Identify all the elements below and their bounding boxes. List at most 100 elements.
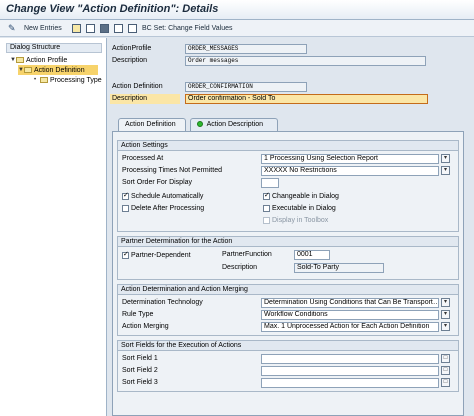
action-definition-label: Action Definition <box>112 83 163 90</box>
undo-icon <box>100 24 109 33</box>
checkbox-label: Executable in Dialog <box>272 204 336 212</box>
rule-type-label: Rule Type <box>122 311 154 318</box>
next-icon <box>128 24 137 33</box>
checkbox-label: Schedule Automatically <box>131 192 204 200</box>
dialog-structure-panel: Dialog Structure ▼ Action Profile ▼ Acti… <box>0 38 107 416</box>
action-profile-field: ORDER_MESSAGES <box>185 44 307 54</box>
determination-technology-label: Determination Technology <box>122 299 203 306</box>
application-toolbar: ✎ New Entries BC Set: Change Field Value… <box>0 20 474 37</box>
partner-function-input[interactable]: 0001 <box>294 250 330 260</box>
partner-function-label: PartnerFunction <box>222 251 272 258</box>
partner-description-label: Description <box>222 264 258 271</box>
title-bar: Change View "Action Definition": Details <box>0 0 474 20</box>
tab-content: Action Settings Processed At 1 Processin… <box>112 131 464 416</box>
display-change-icon: ✎ <box>8 23 16 33</box>
sort-field-1-input[interactable] <box>261 354 439 364</box>
delete-icon <box>86 24 95 33</box>
sort-fields-group: Sort Fields for the Execution of Actions… <box>117 340 459 392</box>
action-definition-field: ORDER_CONFIRMATION <box>185 82 307 92</box>
sort-field-1-label: Sort Field 1 <box>122 355 158 362</box>
checkbox-unchecked-icon <box>263 204 270 212</box>
tab-label: Action Description <box>206 121 263 128</box>
tab-label: Action Definition <box>125 121 176 128</box>
folder-icon <box>40 77 48 83</box>
value-help-icon[interactable]: □ <box>441 378 450 387</box>
checkbox-label: Delete After Processing <box>131 204 205 212</box>
processed-at-label: Processed At <box>122 155 164 162</box>
dialog-structure-header: Dialog Structure <box>6 43 102 53</box>
checkbox-label: Display in Toolbox <box>272 216 329 224</box>
checkbox-disabled-icon <box>263 216 270 224</box>
checkbox-label: Partner-Dependent <box>131 251 191 259</box>
dropdown-arrow-icon[interactable]: ▾ <box>441 166 450 175</box>
dropdown-arrow-icon[interactable]: ▾ <box>441 322 450 331</box>
partner-dependent-checkbox[interactable]: Partner-Dependent <box>122 250 191 260</box>
previous-icon <box>114 24 123 33</box>
group-title: Sort Fields for the Execution of Actions <box>118 341 458 351</box>
dropdown-arrow-icon[interactable]: ▾ <box>441 310 450 319</box>
folder-icon <box>16 57 24 63</box>
determination-technology-select[interactable]: Determination Using Conditions that Can … <box>261 298 439 308</box>
bc-set-button[interactable]: BC Set: Change Field Values <box>142 23 233 34</box>
rule-type-select[interactable]: Workflow Conditions <box>261 310 439 320</box>
dropdown-arrow-icon[interactable]: ▾ <box>441 298 450 307</box>
action-description-input[interactable]: Order confirmation - Sold To <box>185 94 428 104</box>
value-help-icon[interactable]: □ <box>441 366 450 375</box>
status-green-icon <box>197 121 203 128</box>
tree-item-action-definition[interactable]: ▼ Action Definition <box>18 65 98 75</box>
description-label: Description <box>112 57 148 64</box>
tree-item-processing-type[interactable]: • Processing Type <box>34 75 102 85</box>
sort-order-label: Sort Order For Display <box>122 179 193 186</box>
checkbox-unchecked-icon <box>122 204 129 212</box>
main-area: ActionProfile ORDER_MESSAGES Description… <box>108 38 474 416</box>
bc-set-label: BC Set: Change Field Values <box>142 25 233 32</box>
action-determination-group: Action Determination and Action Merging … <box>117 284 459 336</box>
checkbox-checked-icon <box>122 250 129 259</box>
action-profile-description-field: Order messages <box>185 56 426 66</box>
action-merging-label: Action Merging <box>122 323 169 330</box>
next-entry-button[interactable] <box>128 23 140 34</box>
new-entries-button[interactable]: New Entries <box>24 23 62 34</box>
processing-times-label: Processing Times Not Permitted <box>122 167 222 174</box>
partner-description-field: Sold-To Party <box>294 263 384 273</box>
action-profile-label: ActionProfile <box>112 45 152 52</box>
processed-at-select[interactable]: 1 Processing Using Selection Report <box>261 154 439 164</box>
executable-in-dialog-checkbox[interactable]: Executable in Dialog <box>263 203 336 213</box>
checkbox-checked-icon <box>263 191 270 200</box>
group-title: Action Determination and Action Merging <box>118 285 458 295</box>
sort-field-3-label: Sort Field 3 <box>122 379 158 386</box>
changeable-in-dialog-checkbox[interactable]: Changeable in Dialog <box>263 191 339 201</box>
window-title: Change View "Action Definition": Details <box>6 3 219 15</box>
tree-item-action-profile[interactable]: ▼ Action Profile <box>10 55 67 65</box>
tab-action-definition[interactable]: Action Definition <box>118 118 186 131</box>
sort-order-input[interactable] <box>261 178 279 188</box>
display-in-toolbox-checkbox: Display in Toolbox <box>263 215 328 225</box>
copy-button[interactable] <box>72 23 84 34</box>
delete-after-processing-checkbox[interactable]: Delete After Processing <box>122 203 204 213</box>
undo-button[interactable] <box>100 23 112 34</box>
tab-action-description[interactable]: Action Description <box>190 118 278 131</box>
group-title: Action Settings <box>118 141 458 151</box>
action-merging-select[interactable]: Max. 1 Unprocessed Action for Each Actio… <box>261 322 439 332</box>
processing-times-select[interactable]: XXXXX No Restrictions <box>261 166 439 176</box>
sort-field-2-input[interactable] <box>261 366 439 376</box>
group-title: Partner Determination for the Action <box>118 237 458 247</box>
sort-field-3-input[interactable] <box>261 378 439 388</box>
tree-item-label: Action Profile <box>26 56 68 64</box>
checkbox-label: Changeable in Dialog <box>272 192 339 200</box>
copy-icon <box>72 24 81 33</box>
value-help-icon[interactable]: □ <box>441 354 450 363</box>
tree-item-label: Processing Type <box>50 76 102 84</box>
delete-button[interactable] <box>86 23 98 34</box>
checkbox-checked-icon <box>122 191 129 200</box>
schedule-automatically-checkbox[interactable]: Schedule Automatically <box>122 191 203 201</box>
action-settings-group: Action Settings Processed At 1 Processin… <box>117 140 459 232</box>
folder-open-icon <box>24 67 32 73</box>
new-entries-label: New Entries <box>24 25 62 32</box>
tree-item-label: Action Definition <box>34 66 85 74</box>
toggle-display-change-button[interactable]: ✎ <box>8 23 20 34</box>
partner-determination-group: Partner Determination for the Action Par… <box>117 236 459 280</box>
sort-field-2-label: Sort Field 2 <box>122 367 158 374</box>
dropdown-arrow-icon[interactable]: ▾ <box>441 154 450 163</box>
previous-entry-button[interactable] <box>114 23 126 34</box>
